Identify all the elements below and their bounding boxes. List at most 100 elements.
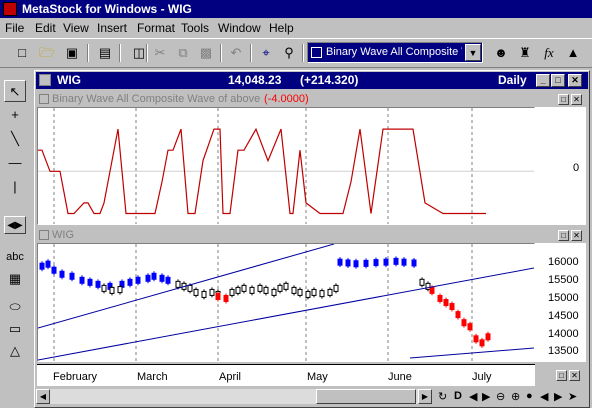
price-bar-body (187, 284, 193, 292)
minimize-button[interactable]: _ (536, 74, 550, 87)
price-bar-body (425, 282, 431, 290)
panel-maximize-button[interactable]: □ (558, 94, 569, 105)
menu-window[interactable]: Window (218, 21, 261, 35)
undo-icon[interactable]: ↶ (226, 43, 246, 63)
vertical-line-tool-icon[interactable]: | (4, 176, 26, 198)
indicator-panel-title-bar: Binary Wave All Composite Wave of above … (37, 93, 586, 106)
panel-icon (39, 230, 49, 240)
menu-help[interactable]: Help (269, 21, 294, 35)
chevron-down-icon[interactable]: ▼ (465, 44, 481, 61)
system-tester-icon[interactable]: ▲ (563, 43, 583, 63)
price-y-tick: 15500 (548, 274, 579, 286)
price-bar-body (419, 278, 425, 286)
price-plot[interactable] (37, 243, 535, 362)
axis-maximize-button[interactable]: □ (556, 370, 567, 381)
periodicity-daily-button[interactable]: D (454, 390, 462, 402)
indicator-plot[interactable] (37, 107, 535, 225)
menu-view[interactable]: View (63, 21, 89, 35)
price-bar-body (373, 259, 379, 267)
month-label: May (307, 371, 328, 383)
price-bar-body (135, 276, 141, 284)
scroll-right-button[interactable]: ▶ (418, 389, 432, 404)
toolbar: □ 🗁 ▣ ▤ ◫ ✂ ⧉ ▩ ↶ ⌖ ⚲ ☻ ♜ fx ▲ (0, 38, 592, 68)
price-bar-body (193, 288, 199, 296)
toolbar-separator (250, 44, 252, 62)
price-bar-body (59, 270, 65, 278)
price-bar-body (327, 288, 333, 296)
indicator-value: (-4.0000) (264, 93, 309, 105)
axis-close-button[interactable]: ✕ (569, 370, 580, 381)
scroll-end-icon[interactable]: ● (526, 390, 533, 402)
zoom-icon[interactable]: ⚲ (279, 43, 299, 63)
price-bar-body (165, 276, 171, 284)
metastock-app-icon[interactable] (3, 2, 17, 16)
horizontal-scrollbar[interactable]: ◀ ▶ ↻ D ◀ ▶ ⊖ ⊕ ● ◀ ▶ ➤ (36, 388, 588, 406)
grid-tool-icon[interactable]: ▦ (4, 268, 26, 290)
palette-scroll-arrows-icon[interactable]: ◀▶ (4, 216, 26, 234)
scroll-first-icon[interactable]: ◀ (540, 390, 548, 403)
back-page-icon[interactable]: ◀ (469, 390, 477, 403)
price-bar-body (455, 311, 461, 319)
crosshair-icon[interactable]: ⌖ (256, 43, 276, 63)
formula-fx-icon[interactable]: fx (539, 43, 559, 63)
panel-maximize-button[interactable]: □ (558, 230, 569, 241)
scroll-last-icon[interactable]: ▶ (554, 390, 562, 403)
month-label: July (472, 371, 492, 383)
pointer-tool-icon[interactable]: ↖ (4, 80, 26, 102)
price-y-tick: 14000 (548, 328, 579, 340)
panel-close-button[interactable]: ✕ (571, 94, 582, 105)
price-bar-body (305, 290, 311, 298)
price-bar-body (411, 259, 417, 267)
price-change: (+214.320) (300, 73, 359, 87)
menu-tools[interactable]: Tools (181, 21, 209, 35)
triangle-tool-icon[interactable]: △ (4, 340, 26, 362)
month-label: February (53, 371, 98, 383)
rectangle-tool-icon[interactable]: ▭ (4, 318, 26, 340)
price-bar-body (297, 288, 303, 296)
price-bar-body (145, 274, 151, 282)
axis-corner: □ ✕ (535, 364, 586, 386)
menu-format[interactable]: Format (137, 21, 175, 35)
indicator-select[interactable]: Binary Wave All Composite W ▼ (307, 42, 483, 63)
text-tool-icon[interactable]: abc (4, 246, 26, 268)
menu-insert[interactable]: Insert (97, 21, 127, 35)
maximize-button[interactable]: □ (551, 74, 565, 87)
price-bar-body (95, 280, 101, 288)
price-chart-svg (38, 244, 534, 361)
zoom-in-icon[interactable]: ⊕ (511, 390, 520, 403)
expert-advisor-icon[interactable]: ☻ (491, 43, 511, 63)
open-folder-icon[interactable]: 🗁 (37, 43, 57, 63)
save-disk-icon[interactable]: ▣ (62, 43, 82, 63)
price-bar-body (479, 339, 485, 347)
print-icon[interactable]: ▤ (95, 43, 115, 63)
paste-icon[interactable]: ▩ (196, 43, 216, 63)
app-title-bar[interactable]: MetaStock for Windows - WIG (0, 0, 592, 18)
price-bar-body (87, 278, 93, 286)
chart-window-icon[interactable] (39, 74, 51, 86)
horizontal-line-tool-icon[interactable]: — (4, 152, 26, 174)
crosshair-tool-icon[interactable]: + (4, 104, 26, 126)
scroll-home-icon[interactable]: ➤ (568, 390, 577, 403)
month-label: March (137, 371, 168, 383)
panel-close-button[interactable]: ✕ (571, 230, 582, 241)
price-bar-body (51, 266, 57, 274)
menu-edit[interactable]: Edit (35, 21, 56, 35)
price-panel-title: WIG (52, 229, 74, 241)
menu-file[interactable]: File (5, 21, 24, 35)
indicator-panel-title: Binary Wave All Composite Wave of above (52, 93, 261, 105)
ellipse-tool-icon[interactable]: ⬭ (4, 296, 26, 318)
trendline-tool-icon[interactable]: ╲ (4, 128, 26, 150)
price-bar-body (209, 288, 215, 296)
cut-icon[interactable]: ✂ (150, 43, 170, 63)
copy-icon[interactable]: ⧉ (173, 43, 193, 63)
close-button[interactable]: ✕ (568, 74, 582, 87)
scroll-thumb[interactable] (316, 389, 416, 404)
explorer-icon[interactable]: ♜ (515, 43, 535, 63)
refresh-icon[interactable]: ↻ (438, 390, 447, 403)
chart-window-title-bar[interactable]: WIG 14,048.23 (+214.320) Daily _ □ ✕ (36, 72, 588, 89)
scroll-left-button[interactable]: ◀ (36, 389, 50, 404)
forward-page-icon[interactable]: ▶ (482, 390, 490, 403)
toolbar-separator (146, 44, 148, 62)
new-document-icon[interactable]: □ (12, 43, 32, 63)
zoom-out-icon[interactable]: ⊖ (496, 390, 505, 403)
